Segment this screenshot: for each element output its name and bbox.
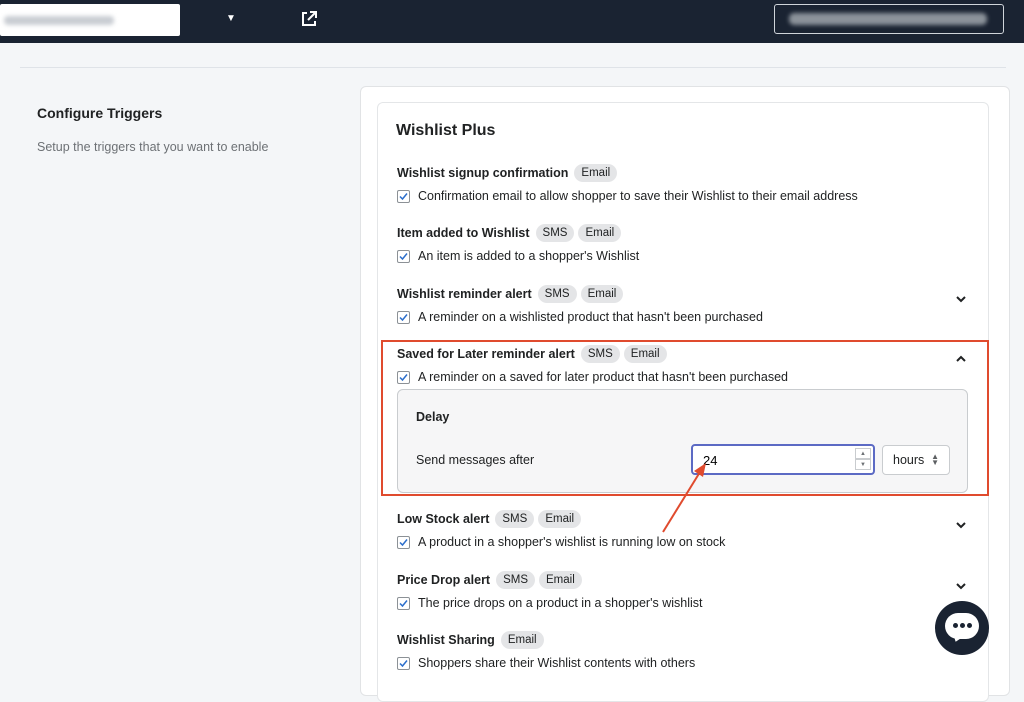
trigger-name: Wishlist signup confirmation [397,166,569,180]
chat-dot [960,623,965,628]
delay-unit-value: hours [893,453,925,467]
chevron-down-icon[interactable] [955,580,967,592]
trigger-name: Wishlist Sharing [397,633,495,647]
channel-badge: Email [580,285,624,303]
account-menu[interactable] [774,4,1004,34]
trigger-wishlist-reminder: Wishlist reminder alert SMS Email A remi… [397,284,977,327]
external-link-icon[interactable] [300,10,318,28]
check-icon [399,659,408,667]
trigger-name: Saved for Later reminder alert [397,347,575,361]
trigger-checkbox[interactable] [397,249,410,263]
trigger-name: Item added to Wishlist [397,226,530,240]
chat-dot [967,623,972,628]
channel-badge: SMS [495,510,535,528]
delay-panel [397,389,968,493]
select-arrows-icon: ▲ ▼ [931,452,939,467]
store-name-redacted [4,16,114,25]
check-icon [399,599,408,607]
stepper-down-icon[interactable]: ▼ [855,459,871,470]
trigger-description: The price drops on a product in a shoppe… [418,596,703,610]
check-icon [399,192,408,200]
trigger-price-drop: Price Drop alert SMS Email The price dro… [397,570,977,613]
channel-badge: Email [538,510,582,528]
delay-input[interactable] [703,451,843,469]
trigger-checkbox[interactable] [397,189,410,203]
channel-badge: SMS [535,224,575,242]
trigger-name: Wishlist reminder alert [397,287,532,301]
chat-button[interactable] [935,601,989,655]
stepper-up-icon[interactable]: ▲ [855,448,871,459]
trigger-name: Low Stock alert [397,512,490,526]
delay-unit-select[interactable]: hours ▲ ▼ [882,445,950,475]
check-icon [399,313,408,321]
check-icon [399,252,408,260]
chevron-down-icon[interactable] [955,519,967,531]
trigger-description: An item is added to a shopper's Wishlist [418,249,640,263]
trigger-description: A reminder on a wishlisted product that … [418,310,763,324]
channel-badge: Email [500,631,544,649]
channel-badge: Email [574,164,618,182]
trigger-checkbox[interactable] [397,656,410,670]
channel-badge: Email [539,571,582,589]
delay-title: Delay [416,410,450,424]
trigger-checkbox[interactable] [397,310,410,324]
trigger-checkbox[interactable] [397,596,410,610]
channel-badge: Email [623,345,667,363]
top-bar: ▼ [0,0,1024,43]
trigger-saved-for-later: Saved for Later reminder alert SMS Email… [397,344,977,387]
trigger-item-added: Item added to Wishlist SMS Email An item… [397,223,977,266]
trigger-description: A reminder on a saved for later product … [418,370,788,384]
trigger-description: Shoppers share their Wishlist contents w… [418,656,696,670]
channel-badge: SMS [580,345,620,363]
check-icon [399,373,408,381]
check-icon [399,538,408,546]
caret-down-icon[interactable]: ▼ [226,13,238,25]
trigger-description: Confirmation email to allow shopper to s… [418,189,858,203]
channel-badge: SMS [496,571,536,589]
channel-badge: Email [578,224,622,242]
channel-badge: SMS [537,285,577,303]
trigger-checkbox[interactable] [397,370,410,384]
number-stepper[interactable]: ▲ ▼ [855,448,871,471]
section-description: Setup the triggers that you want to enab… [37,140,269,154]
divider [20,67,1006,68]
trigger-name: Price Drop alert [397,573,491,587]
trigger-low-stock: Low Stock alert SMS Email A product in a… [397,509,977,552]
trigger-description: A product in a shopper's wishlist is run… [418,535,726,549]
trigger-wishlist-signup: Wishlist signup confirmation Email Confi… [397,163,977,206]
delay-number-field[interactable]: ▲ ▼ [691,444,875,475]
trigger-checkbox[interactable] [397,535,410,549]
section-title: Configure Triggers [37,105,163,121]
trigger-wishlist-sharing: Wishlist Sharing Email Shoppers share th… [397,630,977,673]
account-email-redacted [789,13,987,25]
chevron-up-icon[interactable] [955,353,967,365]
card-title: Wishlist Plus [396,122,496,139]
chevron-down-icon[interactable] [955,293,967,305]
store-selector[interactable] [0,4,180,36]
chat-dot [953,623,958,628]
delay-label: Send messages after [416,453,535,467]
